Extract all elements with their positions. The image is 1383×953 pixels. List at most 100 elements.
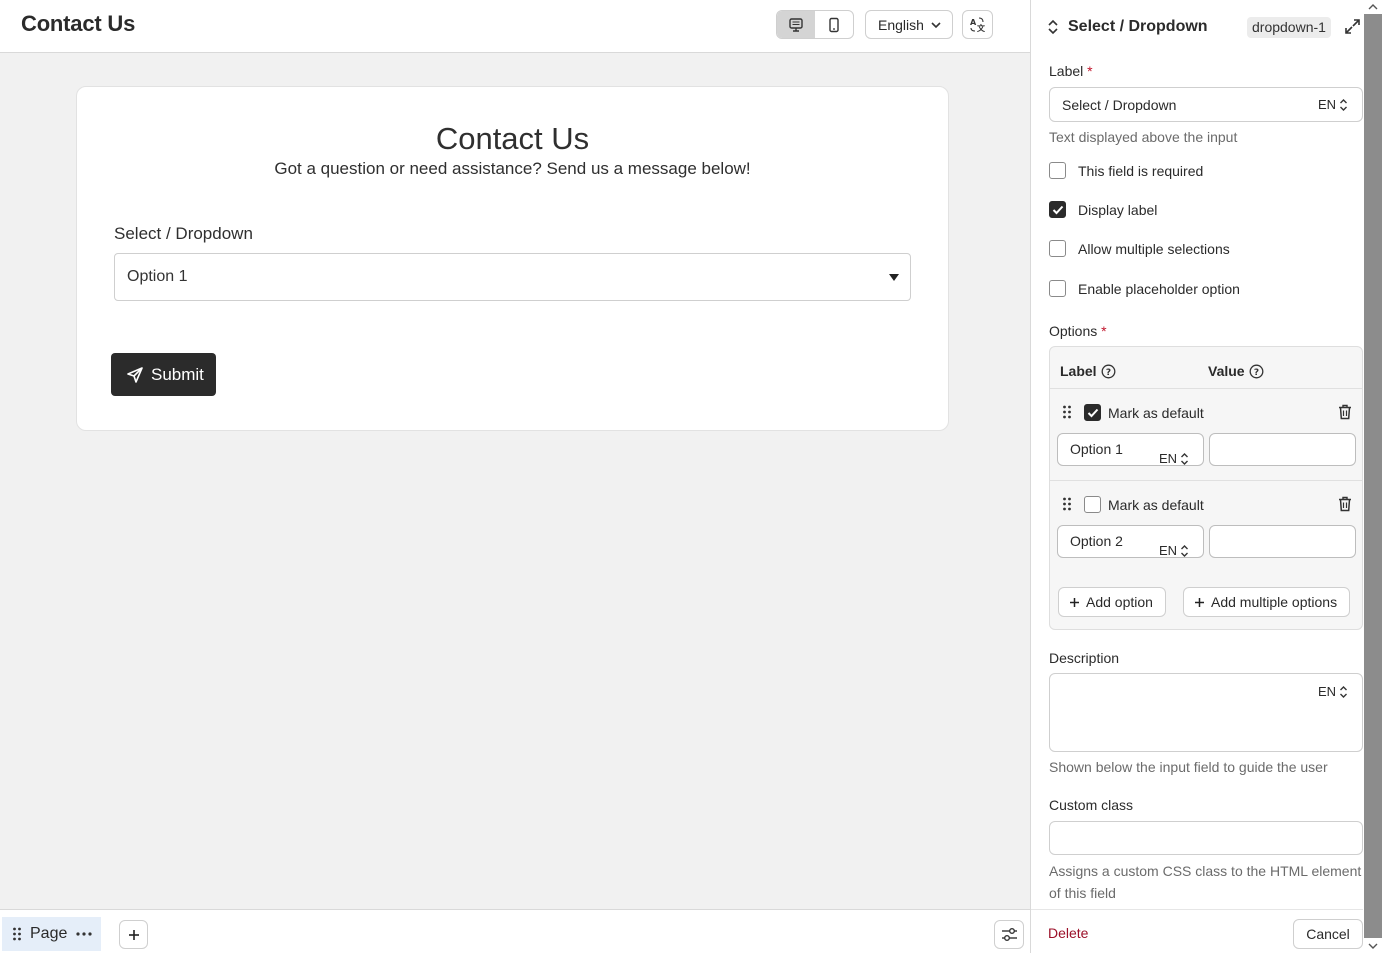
required-checkbox-row[interactable]: This field is required xyxy=(1049,162,1203,179)
label-hint: Text displayed above the input xyxy=(1049,129,1238,145)
trash-icon[interactable] xyxy=(1338,404,1352,420)
editor-canvas: Contact Us Got a question or need assist… xyxy=(0,53,1030,909)
desktop-view-button[interactable] xyxy=(777,11,815,38)
mark-default-label: Mark as default xyxy=(1108,405,1204,421)
chevron-up-down-icon xyxy=(1340,98,1348,111)
page-tab-label: Page xyxy=(30,925,68,942)
placeholder-option-checkbox-label: Enable placeholder option xyxy=(1078,280,1240,297)
multiple-checkbox-row[interactable]: Allow multiple selections xyxy=(1049,240,1230,257)
chevron-up-down-icon[interactable] xyxy=(1047,19,1059,35)
check-icon xyxy=(1087,408,1098,417)
description-lang-switch[interactable]: EN xyxy=(1318,684,1348,699)
plus-icon xyxy=(128,929,139,940)
page-tab[interactable]: Page xyxy=(2,917,101,951)
display-label-checkbox-row[interactable]: Display label xyxy=(1049,201,1157,218)
mark-default-checkbox[interactable] xyxy=(1084,496,1101,513)
scroll-up-arrow-icon[interactable] xyxy=(1367,3,1379,11)
panel-title: Select / Dropdown xyxy=(1068,18,1208,35)
cancel-button[interactable]: Cancel xyxy=(1293,919,1363,949)
help-icon[interactable]: ? xyxy=(1249,364,1264,379)
mobile-icon xyxy=(829,17,839,32)
scrollbar-thumb[interactable] xyxy=(1364,14,1382,938)
options-col-label: Label ? xyxy=(1060,363,1116,379)
drag-handle-icon[interactable] xyxy=(12,927,22,941)
svg-text:文: 文 xyxy=(977,23,986,33)
trash-icon[interactable] xyxy=(1338,496,1352,512)
device-toggle xyxy=(776,10,854,39)
translate-icon: A文 xyxy=(970,17,986,33)
description-title: Description xyxy=(1049,650,1120,666)
option-row: Mark as default Option 1 EN xyxy=(1050,388,1362,480)
top-bar: Contact Us English A文 xyxy=(0,0,1030,53)
submit-button-label: Submit xyxy=(151,364,204,384)
label-input-value: Select / Dropdown xyxy=(1062,97,1177,113)
placeholder-option-checkbox[interactable] xyxy=(1049,280,1066,297)
delete-button[interactable]: Delete xyxy=(1048,925,1088,941)
label-input[interactable]: Select / Dropdown EN xyxy=(1049,87,1363,122)
option-label-value: Option 2 xyxy=(1070,533,1123,549)
drag-handle-icon[interactable] xyxy=(1062,405,1072,419)
dropdown-field-select[interactable]: Option 1 xyxy=(114,253,911,301)
mark-default-checkbox[interactable] xyxy=(1084,404,1101,421)
svg-text:?: ? xyxy=(1105,368,1110,378)
expand-icon[interactable] xyxy=(1344,18,1361,35)
sliders-icon xyxy=(1001,928,1017,941)
svg-text:A: A xyxy=(970,18,977,27)
submit-button[interactable]: Submit xyxy=(111,353,216,396)
option-label-value: Option 1 xyxy=(1070,441,1123,457)
field-id-badge: dropdown-1 xyxy=(1247,17,1331,38)
custom-class-hint: Assigns a custom CSS class to the HTML e… xyxy=(1049,863,1362,901)
panel-scrollbar[interactable] xyxy=(1363,0,1383,953)
add-option-button[interactable]: Add option xyxy=(1058,587,1166,617)
add-multiple-options-button[interactable]: Add multiple options xyxy=(1183,587,1351,617)
option-lang-switch[interactable]: EN xyxy=(1159,535,1189,566)
options-col-value: Value ? xyxy=(1208,363,1264,379)
form-subtitle: Got a question or need assistance? Send … xyxy=(274,159,751,178)
custom-class-title: Custom class xyxy=(1049,797,1134,813)
language-select-value: English xyxy=(878,16,924,33)
form-settings-button[interactable] xyxy=(994,920,1024,949)
placeholder-checkbox-row[interactable]: Enable placeholder option xyxy=(1049,280,1240,297)
option-label-input[interactable]: Option 2 EN xyxy=(1057,525,1204,558)
form-title: Contact Us xyxy=(435,121,590,156)
add-option-label: Add option xyxy=(1086,594,1153,610)
add-page-button[interactable] xyxy=(119,920,148,949)
send-icon xyxy=(127,366,143,383)
plus-icon xyxy=(1195,597,1204,607)
dropdown-field-label: Select / Dropdown xyxy=(114,224,253,243)
option-value-input[interactable] xyxy=(1209,433,1356,466)
option-value-input[interactable] xyxy=(1209,525,1356,558)
label-title: Label * xyxy=(1049,63,1093,79)
required-checkbox[interactable] xyxy=(1049,162,1066,179)
custom-class-input[interactable] xyxy=(1049,821,1363,855)
chevron-up-down-icon xyxy=(1181,452,1189,465)
option-row: Mark as default Option 2 EN xyxy=(1050,480,1362,572)
more-icon[interactable] xyxy=(75,931,93,937)
translate-button[interactable]: A文 xyxy=(962,10,993,39)
required-checkbox-label: This field is required xyxy=(1078,162,1204,179)
mobile-view-button[interactable] xyxy=(815,11,853,38)
options-editor: Label ? Value ? Mark as default Option 1… xyxy=(1049,346,1363,630)
multiple-selections-checkbox[interactable] xyxy=(1049,240,1066,257)
chevron-up-down-icon xyxy=(1340,685,1348,698)
form-card: Contact Us Got a question or need assist… xyxy=(76,86,949,431)
caret-down-icon xyxy=(889,274,899,281)
bottom-bar: Page xyxy=(0,909,1030,953)
display-label-checkbox[interactable] xyxy=(1049,201,1066,218)
scroll-down-arrow-icon[interactable] xyxy=(1367,942,1379,950)
mark-default-label: Mark as default xyxy=(1108,497,1204,513)
options-title: Options * xyxy=(1049,323,1107,339)
svg-text:?: ? xyxy=(1253,368,1258,378)
add-multiple-options-label: Add multiple options xyxy=(1211,594,1338,610)
drag-handle-icon[interactable] xyxy=(1062,497,1072,511)
description-input[interactable]: EN xyxy=(1049,673,1363,752)
plus-icon xyxy=(1070,597,1079,607)
help-icon[interactable]: ? xyxy=(1101,364,1116,379)
label-lang-switch[interactable]: EN xyxy=(1318,97,1348,112)
option-label-input[interactable]: Option 1 EN xyxy=(1057,433,1204,466)
display-label-checkbox-label: Display label xyxy=(1078,201,1158,218)
option-lang-switch[interactable]: EN xyxy=(1159,443,1189,474)
language-select[interactable]: English xyxy=(865,10,953,39)
description-hint: Shown below the input field to guide the… xyxy=(1049,759,1328,775)
chevron-up-down-icon xyxy=(1181,544,1189,557)
